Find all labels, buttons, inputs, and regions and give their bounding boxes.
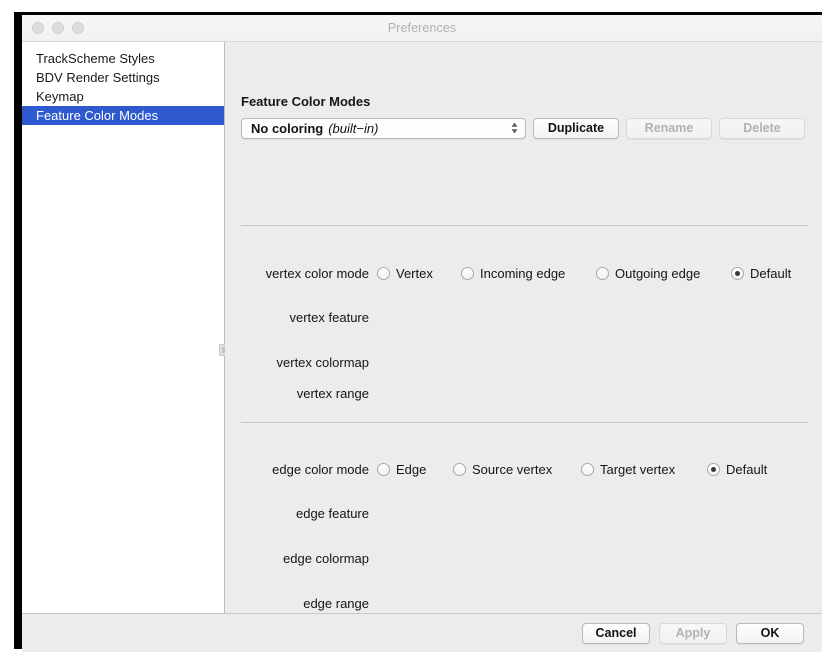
page-title: Feature Color Modes [241,94,371,109]
edge-color-mode-row: edge color mode Edge Source vertex Targe… [241,460,808,478]
edge-radio-default[interactable]: Default [707,462,767,477]
sidebar-item-label: Feature Color Modes [36,108,159,123]
edge-color-mode-label: edge color mode [272,461,369,477]
preferences-sidebar: TrackScheme Styles BDV Render Settings K… [22,42,231,613]
edge-range-label: edge range [303,596,369,611]
color-mode-select[interactable]: No coloring (built−in) [241,117,526,139]
ok-button[interactable]: OK [736,622,804,644]
zoom-button[interactable] [72,22,84,34]
color-mode-toolbar: No coloring (built−in) Duplicate Rename … [241,117,808,139]
cancel-button[interactable]: Cancel [582,622,650,644]
radio-icon [707,462,720,476]
section-separator-bottom [241,422,808,423]
close-button[interactable] [32,22,44,34]
radio-icon [461,266,474,280]
window-content: TrackScheme Styles BDV Render Settings K… [22,42,822,613]
edge-feature-label: edge feature [295,506,369,521]
edge-radio-edge[interactable]: Edge [377,462,453,477]
radio-label: Target vertex [600,461,676,477]
rename-button[interactable]: Rename [626,117,712,139]
radio-label: Vertex [396,265,433,281]
radio-label: Default [750,265,792,281]
sidebar-item-trackscheme-styles[interactable]: TrackScheme Styles [22,49,224,68]
radio-label: Default [726,461,768,477]
radio-icon [596,266,609,280]
sidebar-item-bdv-render-settings[interactable]: BDV Render Settings [22,68,224,87]
preferences-window: Preferences TrackScheme Styles BDV Rende… [14,12,822,652]
sidebar-item-label: TrackScheme Styles [36,51,155,66]
vertex-colormap-label: vertex colormap [276,355,369,370]
sidebar-item-label: Keymap [36,89,84,104]
vertex-radio-incoming-edge[interactable]: Incoming edge [461,266,596,281]
edge-radio-target-vertex[interactable]: Target vertex [581,462,707,477]
vertex-radio-outgoing-edge[interactable]: Outgoing edge [596,266,731,281]
dialog-footer: Cancel Apply OK [22,613,822,652]
radio-icon [453,462,466,476]
minimize-button[interactable] [52,22,64,34]
sidebar-item-label: BDV Render Settings [36,70,160,85]
color-mode-select-tag: (built−in) [328,120,379,136]
section-separator-top [241,225,808,226]
radio-label: Incoming edge [480,265,566,281]
radio-label: Edge [396,461,427,477]
sidebar-item-keymap[interactable]: Keymap [22,87,224,106]
vertex-color-mode-row: vertex color mode Vertex Incoming edge O… [241,264,808,282]
duplicate-button[interactable]: Duplicate [533,117,619,139]
radio-icon [377,266,390,280]
vertex-range-label: vertex range [296,386,369,401]
vertex-radio-vertex[interactable]: Vertex [377,266,461,281]
radio-label: Source vertex [472,461,553,477]
radio-icon [581,462,594,476]
sidebar-item-feature-color-modes[interactable]: Feature Color Modes [22,106,224,125]
edge-colormap-label: edge colormap [283,551,369,566]
radio-label: Outgoing edge [615,265,701,281]
color-mode-select-value: No coloring [251,120,324,136]
apply-button[interactable]: Apply [659,622,727,644]
feature-color-modes-panel: Feature Color Modes No coloring (built−i… [225,42,822,613]
vertex-radio-default[interactable]: Default [731,266,791,281]
edge-radio-source-vertex[interactable]: Source vertex [453,462,581,477]
radio-icon [377,462,390,476]
vertex-feature-label: vertex feature [289,310,370,325]
radio-icon [731,266,744,280]
delete-button[interactable]: Delete [719,117,805,139]
window-titlebar[interactable]: Preferences [22,15,822,42]
vertex-color-mode-label: vertex color mode [265,265,369,281]
up-down-chevron-icon [509,120,520,137]
window-title: Preferences [387,21,457,35]
window-controls [32,15,84,41]
